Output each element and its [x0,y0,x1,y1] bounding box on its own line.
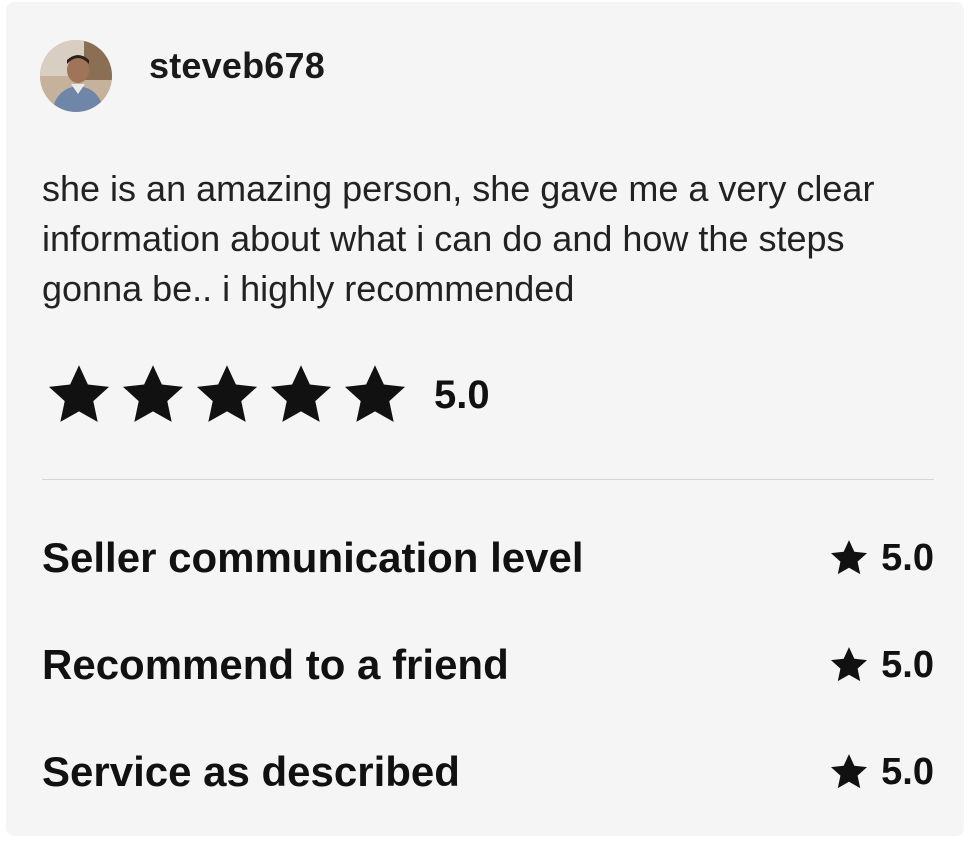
star-icon [831,754,868,789]
breakdown-label: Service as described [42,748,460,795]
overall-rating-value: 5.0 [434,373,490,417]
breakdown-score: 5.0 [827,532,934,584]
review-card: steveb678 she is an amazing person, she … [6,2,964,836]
star-icon [831,540,868,575]
breakdown-value: 5.0 [881,644,934,686]
reviewer-username[interactable]: steveb678 [149,44,325,88]
star-icon [831,647,868,682]
breakdown-label: Seller communication level [42,534,584,581]
avatar[interactable] [40,40,112,112]
breakdown-value: 5.0 [881,751,934,793]
breakdown-row-service-as-described: Service as described 5.0 [42,746,934,798]
star-icon [344,365,406,422]
user-avatar-icon [40,40,112,112]
review-text: she is an amazing person, she gave me a … [42,168,875,309]
star-icon [122,365,184,422]
breakdown-row-recommend: Recommend to a friend 5.0 [42,639,934,691]
star-rating [42,360,412,430]
divider [42,479,934,480]
star-icon [270,365,332,422]
star-icon [196,365,258,422]
star-icon [48,365,110,422]
breakdown-score: 5.0 [827,639,934,691]
breakdown-value: 5.0 [881,537,934,579]
breakdown-row-seller-communication: Seller communication level 5.0 [42,532,934,584]
breakdown-label: Recommend to a friend [42,641,509,688]
breakdown-score: 5.0 [827,746,934,798]
